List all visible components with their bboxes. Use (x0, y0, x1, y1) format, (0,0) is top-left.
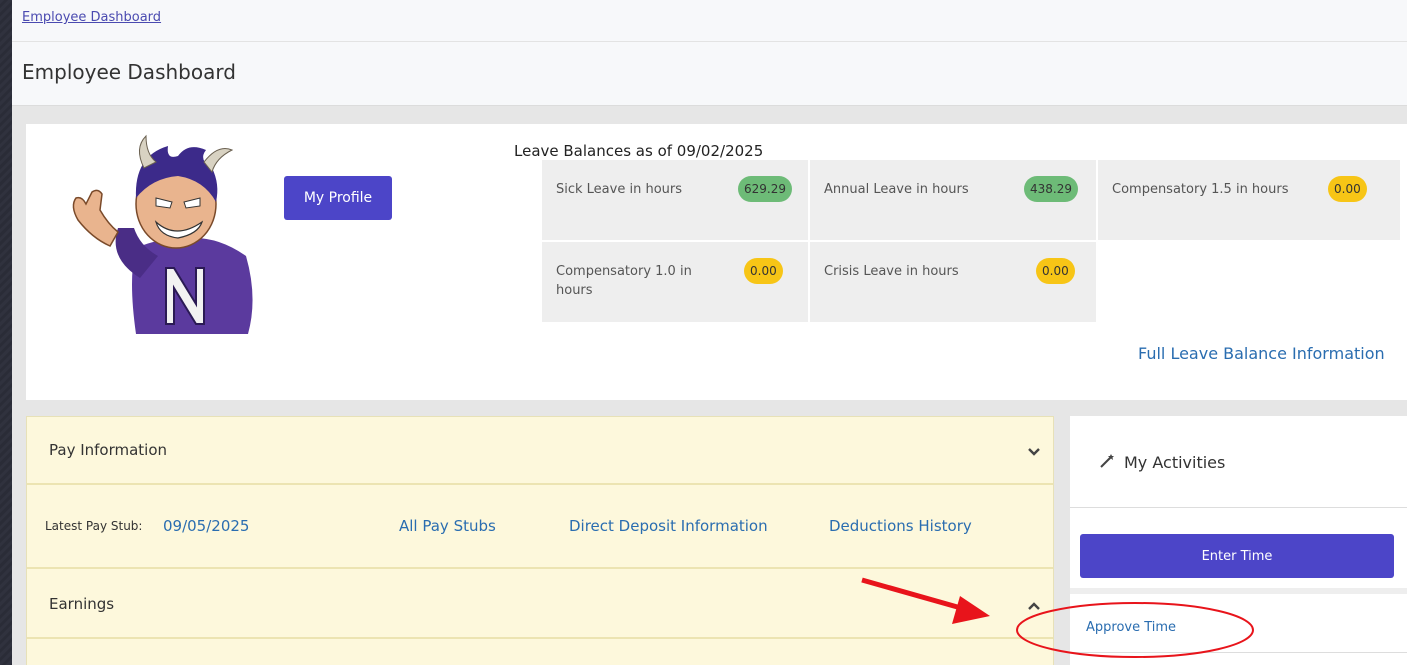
enter-time-button[interactable]: Enter Time (1080, 534, 1394, 578)
deductions-history-link[interactable]: Deductions History (829, 517, 972, 535)
my-activities-header: My Activities (1070, 416, 1407, 508)
leave-cell-comp-1-5: Compensatory 1.5 in hours 0.00 (1098, 160, 1400, 240)
pay-information-panel: Pay Information Latest Pay Stub: 09/05/2… (26, 416, 1054, 665)
profile-leave-card: My Profile Leave Balances as of 09/02/20… (26, 124, 1407, 400)
earnings-header[interactable]: Earnings (27, 571, 1053, 639)
leave-value-badge: 629.29 (738, 176, 792, 202)
my-activities-title: My Activities (1124, 453, 1226, 472)
my-activities-panel: My Activities Enter Time Approve Time (1070, 416, 1407, 665)
breadcrumb-bar: Employee Dashboard (12, 0, 1407, 42)
leave-label: Annual Leave in hours (824, 182, 969, 197)
approve-time-link[interactable]: Approve Time (1086, 620, 1176, 635)
latest-pay-stub-label: Latest Pay Stub: (45, 519, 143, 533)
leave-label: Crisis Leave in hours (824, 264, 959, 279)
page-title: Employee Dashboard (22, 60, 236, 84)
leave-value-badge: 0.00 (1036, 258, 1075, 284)
pay-information-heading: Pay Information (49, 441, 168, 459)
chevron-up-icon[interactable] (1027, 599, 1041, 613)
dashboard-page: Employee Dashboard Employee Dashboard My… (12, 0, 1407, 665)
divider (1070, 652, 1407, 653)
leave-cell-annual: Annual Leave in hours 438.29 (810, 160, 1096, 240)
leave-value-badge: 438.29 (1024, 176, 1078, 202)
breadcrumb-link[interactable]: Employee Dashboard (22, 10, 161, 25)
leave-label: Sick Leave in hours (556, 182, 683, 197)
mascot-image (72, 134, 253, 334)
leave-balances-title: Leave Balances as of 09/02/2025 (514, 142, 764, 160)
my-profile-button[interactable]: My Profile (284, 176, 392, 220)
leave-label: Compensatory 1.0 in hours (556, 264, 692, 298)
full-leave-balance-link[interactable]: Full Leave Balance Information (1138, 344, 1385, 363)
magic-wand-icon (1100, 454, 1114, 468)
leave-balance-grid: Sick Leave in hours 629.29 Annual Leave … (542, 160, 1400, 322)
leave-cell-crisis: Crisis Leave in hours 0.00 (810, 242, 1096, 322)
pay-stub-row: Latest Pay Stub: 09/05/2025 All Pay Stub… (27, 487, 1053, 569)
all-pay-stubs-link[interactable]: All Pay Stubs (399, 517, 496, 535)
direct-deposit-link[interactable]: Direct Deposit Information (569, 517, 768, 535)
latest-pay-stub-link[interactable]: 09/05/2025 (163, 517, 249, 535)
leave-value-badge: 0.00 (744, 258, 783, 284)
leave-value-badge: 0.00 (1328, 176, 1367, 202)
leave-cell-sick: Sick Leave in hours 629.29 (542, 160, 808, 240)
leave-cell-comp-1-0: Compensatory 1.0 in hours 0.00 (542, 242, 808, 322)
chevron-down-icon[interactable] (1027, 445, 1041, 459)
page-header: Employee Dashboard (12, 42, 1407, 106)
leave-label: Compensatory 1.5 in hours (1112, 182, 1289, 197)
earnings-heading: Earnings (49, 595, 115, 613)
divider (1070, 588, 1407, 594)
pay-information-header[interactable]: Pay Information (27, 417, 1053, 485)
